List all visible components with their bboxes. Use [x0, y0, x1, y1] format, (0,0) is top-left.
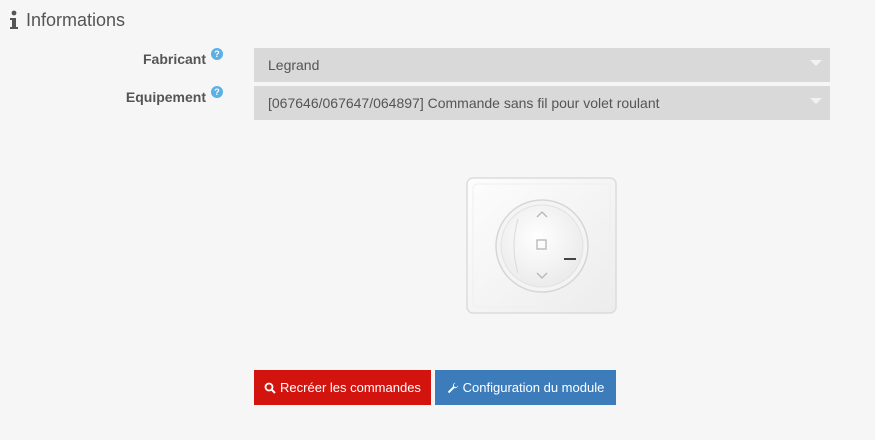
wrench-icon	[447, 382, 458, 393]
search-icon	[264, 382, 276, 394]
section-header: Informations	[8, 8, 125, 32]
help-icon[interactable]: ?	[211, 48, 223, 60]
info-icon	[10, 10, 18, 29]
module-configuration-label: Configuration du module	[462, 380, 605, 395]
section-title: Informations	[26, 9, 126, 30]
help-icon[interactable]: ?	[211, 86, 223, 98]
equipement-label: Equipement	[125, 89, 206, 105]
fabricant-select[interactable]: Legrand	[254, 48, 830, 82]
chevron-down-icon	[810, 60, 822, 66]
equipement-select-value: [067646/067647/064897] Commande sans fil…	[268, 95, 660, 111]
module-configuration-button[interactable]: Configuration du module	[435, 370, 616, 405]
module-info-panel: Informations Fabricant ? Legrand Equipem…	[0, 0, 875, 440]
recreate-commands-label: Recréer les commandes	[280, 380, 421, 395]
fabricant-row: Fabricant ? Legrand	[0, 48, 875, 82]
fabricant-label: Fabricant	[142, 51, 206, 67]
recreate-commands-button[interactable]: Recréer les commandes	[254, 370, 431, 405]
chevron-down-icon	[810, 98, 822, 104]
equipement-row: Equipement ? [067646/067647/064897] Comm…	[0, 86, 875, 120]
fabricant-select-value: Legrand	[268, 57, 320, 73]
equipement-select[interactable]: [067646/067647/064897] Commande sans fil…	[254, 86, 830, 120]
roller-shutter-switch-image	[466, 177, 617, 314]
